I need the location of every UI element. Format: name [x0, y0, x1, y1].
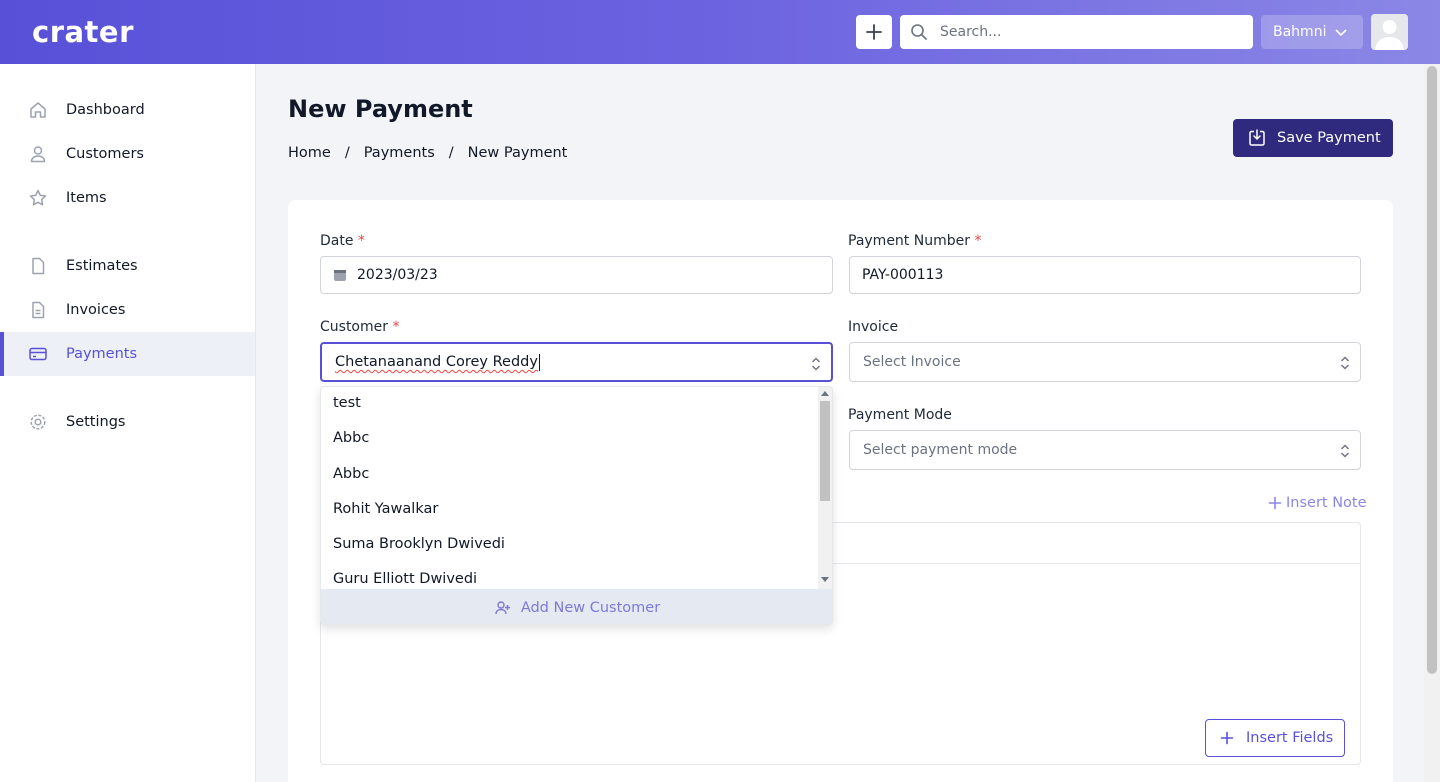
chevron-down-icon	[1335, 29, 1348, 37]
date-label: Date *	[320, 233, 365, 249]
scroll-down-icon[interactable]	[821, 577, 829, 583]
add-new-customer-button[interactable]: Add New Customer	[321, 589, 832, 624]
user-icon	[28, 144, 48, 164]
customer-option[interactable]: Abbc	[333, 430, 369, 446]
plus-icon	[866, 24, 882, 40]
sidebar-item-label: Customers	[66, 146, 144, 162]
sidebar-item-label: Payments	[66, 346, 138, 362]
scroll-up-icon[interactable]	[821, 390, 829, 396]
sidebar-item-label: Estimates	[66, 258, 138, 274]
document-text-icon	[28, 300, 48, 320]
payment-mode-label: Payment Mode	[848, 407, 952, 423]
page-scrollbar[interactable]	[1424, 64, 1440, 782]
sidebar-item-payments[interactable]: Payments	[0, 332, 255, 376]
calendar-icon	[334, 270, 346, 281]
customer-option[interactable]: Abbc	[333, 466, 369, 482]
customer-option[interactable]: Guru Elliott Dwivedi	[333, 571, 477, 587]
credit-card-icon	[28, 344, 48, 364]
insert-fields-button[interactable]: Insert Fields	[1205, 719, 1345, 757]
search-icon	[911, 24, 927, 40]
sidebar-item-customers[interactable]: Customers	[0, 132, 255, 176]
cog-icon	[28, 412, 48, 432]
crater-logo[interactable]: crater	[32, 18, 134, 47]
sidebar-item-label: Dashboard	[66, 102, 145, 118]
customer-option[interactable]: Rohit Yawalkar	[333, 501, 438, 517]
breadcrumb-payments[interactable]: Payments	[364, 145, 435, 161]
plus-icon	[1220, 731, 1234, 745]
select-arrows-icon	[812, 357, 820, 371]
breadcrumb-separator: /	[344, 145, 350, 161]
customer-dropdown: test Abbc Abbc Rohit Yawalkar Suma Brook…	[320, 386, 833, 625]
create-new-button[interactable]	[856, 15, 892, 49]
download-tray-icon	[1249, 129, 1265, 146]
sidebar-item-label: Settings	[66, 414, 126, 430]
sidebar-item-estimates[interactable]: Estimates	[0, 244, 255, 288]
select-arrows-icon	[1341, 356, 1349, 370]
add-new-customer-label: Add New Customer	[520, 599, 661, 616]
sidebar: Dashboard Customers Items Estimates Invo…	[0, 64, 256, 782]
text-caret	[538, 353, 540, 371]
breadcrumb-current: New Payment	[467, 145, 568, 161]
payment-number-label: Payment Number *	[848, 233, 982, 249]
sidebar-item-label: Items	[66, 190, 107, 206]
plus-icon	[1268, 496, 1282, 510]
document-icon	[28, 256, 48, 276]
dropdown-scrollbar[interactable]	[818, 387, 832, 589]
top-header: crater Bahmni	[0, 0, 1440, 64]
invoice-placeholder: Select Invoice	[863, 354, 961, 370]
global-search[interactable]	[900, 15, 1253, 49]
select-arrows-icon	[1341, 444, 1349, 458]
payment-number-field[interactable]: PAY-000113	[849, 256, 1361, 294]
insert-fields-label: Insert Fields	[1246, 730, 1334, 746]
insert-note-button[interactable]: Insert Note	[1268, 495, 1367, 511]
dropdown-scroll-thumb[interactable]	[820, 401, 830, 501]
company-switcher[interactable]: Bahmni	[1261, 15, 1363, 49]
avatar-icon	[1371, 14, 1408, 50]
sidebar-item-items[interactable]: Items	[0, 176, 255, 220]
payment-mode-select[interactable]: Select payment mode	[849, 430, 1361, 470]
search-input[interactable]	[940, 15, 1240, 49]
payment-mode-placeholder: Select payment mode	[863, 442, 1018, 458]
sidebar-item-invoices[interactable]: Invoices	[0, 288, 255, 332]
invoice-select[interactable]: Select Invoice	[849, 342, 1361, 382]
customer-select-input[interactable]: Chetanaanand Corey Reddy	[320, 342, 833, 382]
sidebar-item-settings[interactable]: Settings	[0, 400, 255, 444]
customer-label: Customer *	[320, 319, 400, 335]
sidebar-item-label: Invoices	[66, 302, 126, 318]
sidebar-item-dashboard[interactable]: Dashboard	[0, 88, 255, 132]
breadcrumb-separator: /	[448, 145, 454, 161]
company-name: Bahmni	[1273, 24, 1327, 40]
customer-option[interactable]: test	[333, 395, 361, 411]
date-value: 2023/03/23	[357, 267, 438, 283]
page-scroll-thumb[interactable]	[1427, 66, 1437, 674]
user-add-icon	[495, 600, 510, 614]
star-icon	[28, 188, 48, 208]
save-payment-label: Save Payment	[1277, 130, 1381, 146]
page-title: New Payment	[288, 95, 473, 123]
save-payment-button[interactable]: Save Payment	[1233, 119, 1393, 157]
insert-note-label: Insert Note	[1286, 495, 1367, 511]
payment-number-value: PAY-000113	[862, 267, 944, 283]
invoice-label: Invoice	[848, 319, 899, 335]
customer-typed-value: Chetanaanand Corey Reddy	[335, 354, 538, 370]
breadcrumb: Home / Payments / New Payment	[288, 145, 567, 161]
customer-option[interactable]: Suma Brooklyn Dwivedi	[333, 536, 505, 552]
home-icon	[28, 100, 48, 120]
user-avatar[interactable]	[1371, 14, 1408, 50]
breadcrumb-home[interactable]: Home	[288, 145, 331, 161]
date-field[interactable]: 2023/03/23	[320, 256, 833, 294]
